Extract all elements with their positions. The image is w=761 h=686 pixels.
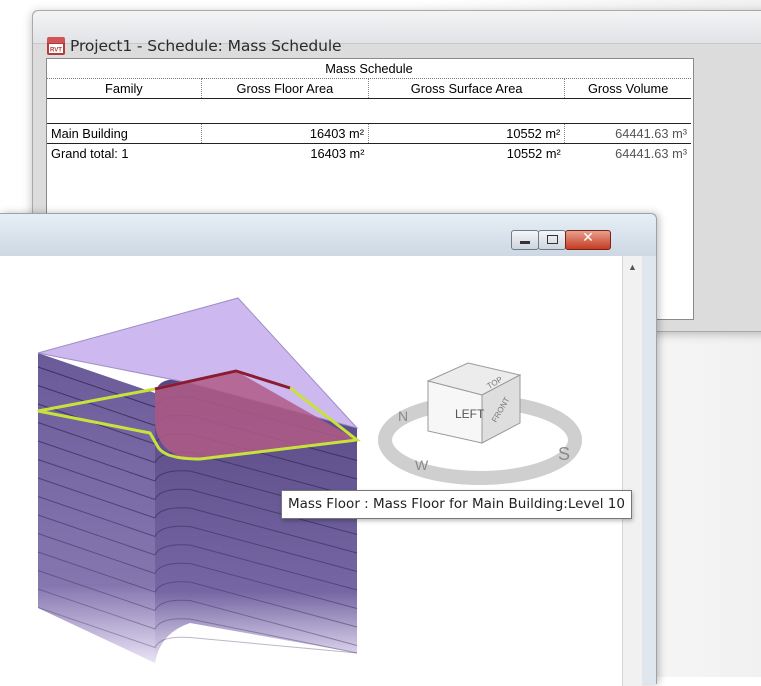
compass-w[interactable]: W	[415, 457, 429, 473]
compass-n[interactable]: N	[398, 408, 408, 424]
schedule-header-row: Family Gross Floor Area Gross Surface Ar…	[47, 78, 691, 99]
schedule-table-title: Mass Schedule	[47, 59, 691, 79]
cell-gross-surface-area[interactable]: 10552 m²	[368, 123, 566, 144]
cell-family[interactable]: Grand total: 1	[47, 144, 201, 164]
table-row[interactable]: Grand total: 1 16403 m² 10552 m² 64441.6…	[47, 144, 691, 164]
3d-scene: N S W LEFT TOP FRONT	[37, 297, 582, 663]
col-header-gross-surface-area[interactable]: Gross Surface Area	[368, 78, 566, 99]
col-header-gross-floor-area[interactable]: Gross Floor Area	[201, 78, 369, 99]
col-header-gross-volume[interactable]: Gross Volume	[564, 78, 691, 99]
cell-family[interactable]: Main Building	[47, 123, 202, 144]
cell-gross-floor-area[interactable]: 16403 m²	[201, 123, 369, 144]
revit-file-icon: RVT	[47, 37, 65, 55]
element-tooltip: Mass Floor : Mass Floor for Main Buildin…	[281, 490, 632, 519]
viewcube-left-label[interactable]: LEFT	[455, 407, 485, 421]
schedule-window-title: Project1 - Schedule: Mass Schedule	[70, 37, 342, 55]
schedule-table: Mass Schedule Family Gross Floor Area Gr…	[47, 59, 691, 163]
table-row[interactable]: Main Building 16403 m² 10552 m² 64441.63…	[47, 123, 691, 144]
viewcube[interactable]: N S W LEFT TOP FRONT	[378, 362, 582, 485]
col-header-family[interactable]: Family	[47, 78, 202, 99]
cell-gross-floor-area[interactable]: 16403 m²	[201, 144, 368, 164]
building-mass[interactable]	[37, 297, 361, 663]
cell-gross-volume[interactable]: 64441.63 m³	[565, 144, 691, 164]
svg-text:RVT: RVT	[50, 48, 62, 54]
cell-gross-surface-area[interactable]: 10552 m²	[368, 144, 564, 164]
compass-s[interactable]: S	[558, 444, 570, 464]
cell-gross-volume[interactable]: 64441.63 m³	[564, 123, 691, 144]
